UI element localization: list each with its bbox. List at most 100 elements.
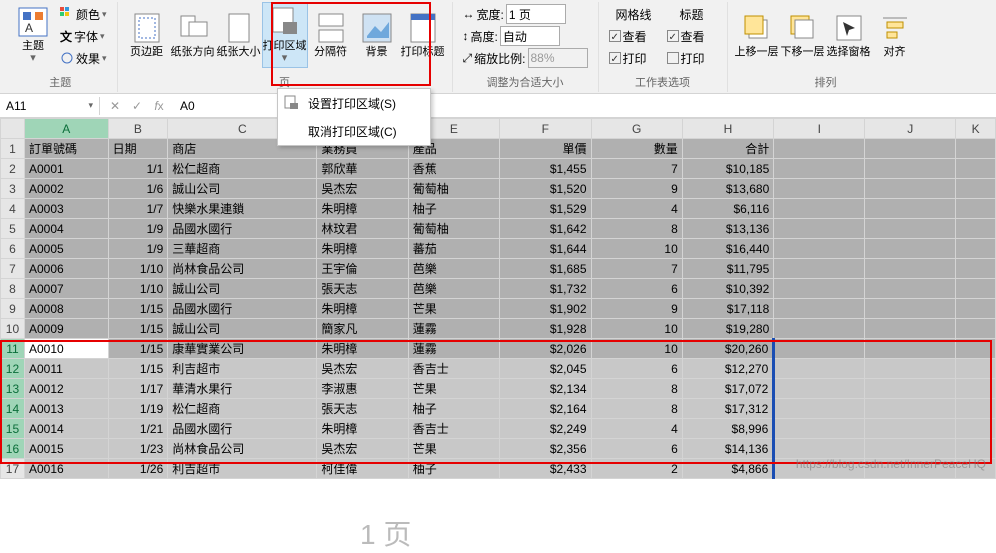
orientation-button[interactable]: 纸张方向 bbox=[170, 2, 216, 68]
cell[interactable]: 三華超商 bbox=[168, 239, 317, 259]
header-cell[interactable]: 合計 bbox=[682, 139, 774, 159]
cell[interactable]: $2,433 bbox=[500, 459, 591, 479]
cell[interactable] bbox=[774, 159, 865, 179]
cell[interactable] bbox=[865, 239, 956, 259]
cell[interactable]: 朱明樟 bbox=[317, 419, 408, 439]
cell[interactable]: A0014 bbox=[24, 419, 108, 439]
cell[interactable]: 1/9 bbox=[108, 219, 168, 239]
cell[interactable]: A0001 bbox=[24, 159, 108, 179]
col-header-J[interactable]: J bbox=[865, 119, 956, 139]
cell[interactable] bbox=[865, 339, 956, 359]
colors-button[interactable]: 颜色▾ bbox=[60, 4, 107, 24]
cell[interactable]: 品國水國行 bbox=[168, 419, 317, 439]
cell[interactable]: $6,116 bbox=[682, 199, 774, 219]
cell[interactable] bbox=[956, 139, 996, 159]
cell[interactable]: 誠山公司 bbox=[168, 179, 317, 199]
cell[interactable]: 朱明樟 bbox=[317, 339, 408, 359]
cell[interactable]: 6 bbox=[591, 439, 682, 459]
cell[interactable]: 尚林食品公司 bbox=[168, 259, 317, 279]
cell[interactable]: $2,045 bbox=[500, 359, 591, 379]
cell[interactable]: 1/21 bbox=[108, 419, 168, 439]
col-header-B[interactable]: B bbox=[108, 119, 168, 139]
cell[interactable]: $11,795 bbox=[682, 259, 774, 279]
cell[interactable]: $1,732 bbox=[500, 279, 591, 299]
cell[interactable]: A0011 bbox=[24, 359, 108, 379]
cell[interactable] bbox=[956, 359, 996, 379]
cell[interactable] bbox=[956, 379, 996, 399]
cell[interactable]: A0012 bbox=[24, 379, 108, 399]
cell[interactable]: 8 bbox=[591, 379, 682, 399]
cell[interactable]: 1/26 bbox=[108, 459, 168, 479]
cell[interactable]: 芒果 bbox=[408, 379, 499, 399]
select-all-cell[interactable] bbox=[1, 119, 25, 139]
cell[interactable] bbox=[865, 399, 956, 419]
cell[interactable]: 8 bbox=[591, 219, 682, 239]
cell[interactable]: 簡家凡 bbox=[317, 319, 408, 339]
cell[interactable]: $12,270 bbox=[682, 359, 774, 379]
cell[interactable]: 吳杰宏 bbox=[317, 359, 408, 379]
width-spinner[interactable]: 1 页 bbox=[506, 4, 566, 24]
col-header-G[interactable]: G bbox=[591, 119, 682, 139]
cell[interactable] bbox=[956, 219, 996, 239]
size-button[interactable]: 纸张大小 bbox=[216, 2, 262, 68]
cell[interactable]: 香蕉 bbox=[408, 159, 499, 179]
cell[interactable]: A0006 bbox=[24, 259, 108, 279]
cell[interactable] bbox=[956, 259, 996, 279]
cell[interactable]: A0003 bbox=[24, 199, 108, 219]
cell[interactable]: 康華實業公司 bbox=[168, 339, 317, 359]
cell[interactable]: $14,136 bbox=[682, 439, 774, 459]
cell[interactable]: 1/9 bbox=[108, 239, 168, 259]
cancel-formula-button[interactable]: ✕ bbox=[106, 99, 124, 113]
cell[interactable]: A0008 bbox=[24, 299, 108, 319]
cell[interactable] bbox=[774, 419, 865, 439]
cell[interactable]: 1/1 bbox=[108, 159, 168, 179]
fonts-button[interactable]: 文字体▾ bbox=[60, 26, 107, 46]
cell[interactable]: 郭欣華 bbox=[317, 159, 408, 179]
cell[interactable]: A0005 bbox=[24, 239, 108, 259]
cell[interactable] bbox=[956, 439, 996, 459]
row-header-4[interactable]: 4 bbox=[1, 199, 25, 219]
cell[interactable]: 8 bbox=[591, 399, 682, 419]
cell[interactable]: $1,520 bbox=[500, 179, 591, 199]
cell[interactable]: 葡萄柚 bbox=[408, 219, 499, 239]
cell[interactable] bbox=[865, 259, 956, 279]
cell[interactable]: 松仁超商 bbox=[168, 159, 317, 179]
cell[interactable]: A0013 bbox=[24, 399, 108, 419]
cell[interactable]: 朱明樟 bbox=[317, 299, 408, 319]
cell[interactable] bbox=[774, 379, 865, 399]
col-header-A[interactable]: A bbox=[24, 119, 108, 139]
cell[interactable]: 品國水國行 bbox=[168, 299, 317, 319]
cell[interactable]: 芭樂 bbox=[408, 259, 499, 279]
cell[interactable] bbox=[956, 239, 996, 259]
row-header-15[interactable]: 15 bbox=[1, 419, 25, 439]
cell[interactable]: 吳杰宏 bbox=[317, 179, 408, 199]
cell[interactable]: $17,312 bbox=[682, 399, 774, 419]
cell[interactable] bbox=[865, 379, 956, 399]
cell[interactable] bbox=[956, 319, 996, 339]
name-box[interactable]: A11▾ bbox=[0, 97, 100, 115]
header-cell[interactable]: 日期 bbox=[108, 139, 168, 159]
cell[interactable]: 尚林食品公司 bbox=[168, 439, 317, 459]
cell[interactable]: 蓮霧 bbox=[408, 339, 499, 359]
cell[interactable] bbox=[774, 359, 865, 379]
cell[interactable]: $1,928 bbox=[500, 319, 591, 339]
cell[interactable] bbox=[774, 399, 865, 419]
send-backward-button[interactable]: 下移一层 bbox=[780, 2, 826, 68]
cell[interactable]: 1/15 bbox=[108, 339, 168, 359]
align-button[interactable]: 对齐 bbox=[872, 2, 918, 68]
row-header-16[interactable]: 16 bbox=[1, 439, 25, 459]
cell[interactable]: 1/17 bbox=[108, 379, 168, 399]
cell[interactable] bbox=[774, 259, 865, 279]
col-header-K[interactable]: K bbox=[956, 119, 996, 139]
cell[interactable]: 1/23 bbox=[108, 439, 168, 459]
cell[interactable]: 柚子 bbox=[408, 459, 499, 479]
cell[interactable] bbox=[774, 279, 865, 299]
col-header-F[interactable]: F bbox=[500, 119, 591, 139]
cell[interactable]: 葡萄柚 bbox=[408, 179, 499, 199]
cell[interactable]: 誠山公司 bbox=[168, 319, 317, 339]
effects-button[interactable]: 效果▾ bbox=[60, 48, 107, 68]
row-header-1[interactable]: 1 bbox=[1, 139, 25, 159]
cell[interactable]: $10,185 bbox=[682, 159, 774, 179]
cell[interactable] bbox=[774, 299, 865, 319]
cell[interactable] bbox=[774, 339, 865, 359]
